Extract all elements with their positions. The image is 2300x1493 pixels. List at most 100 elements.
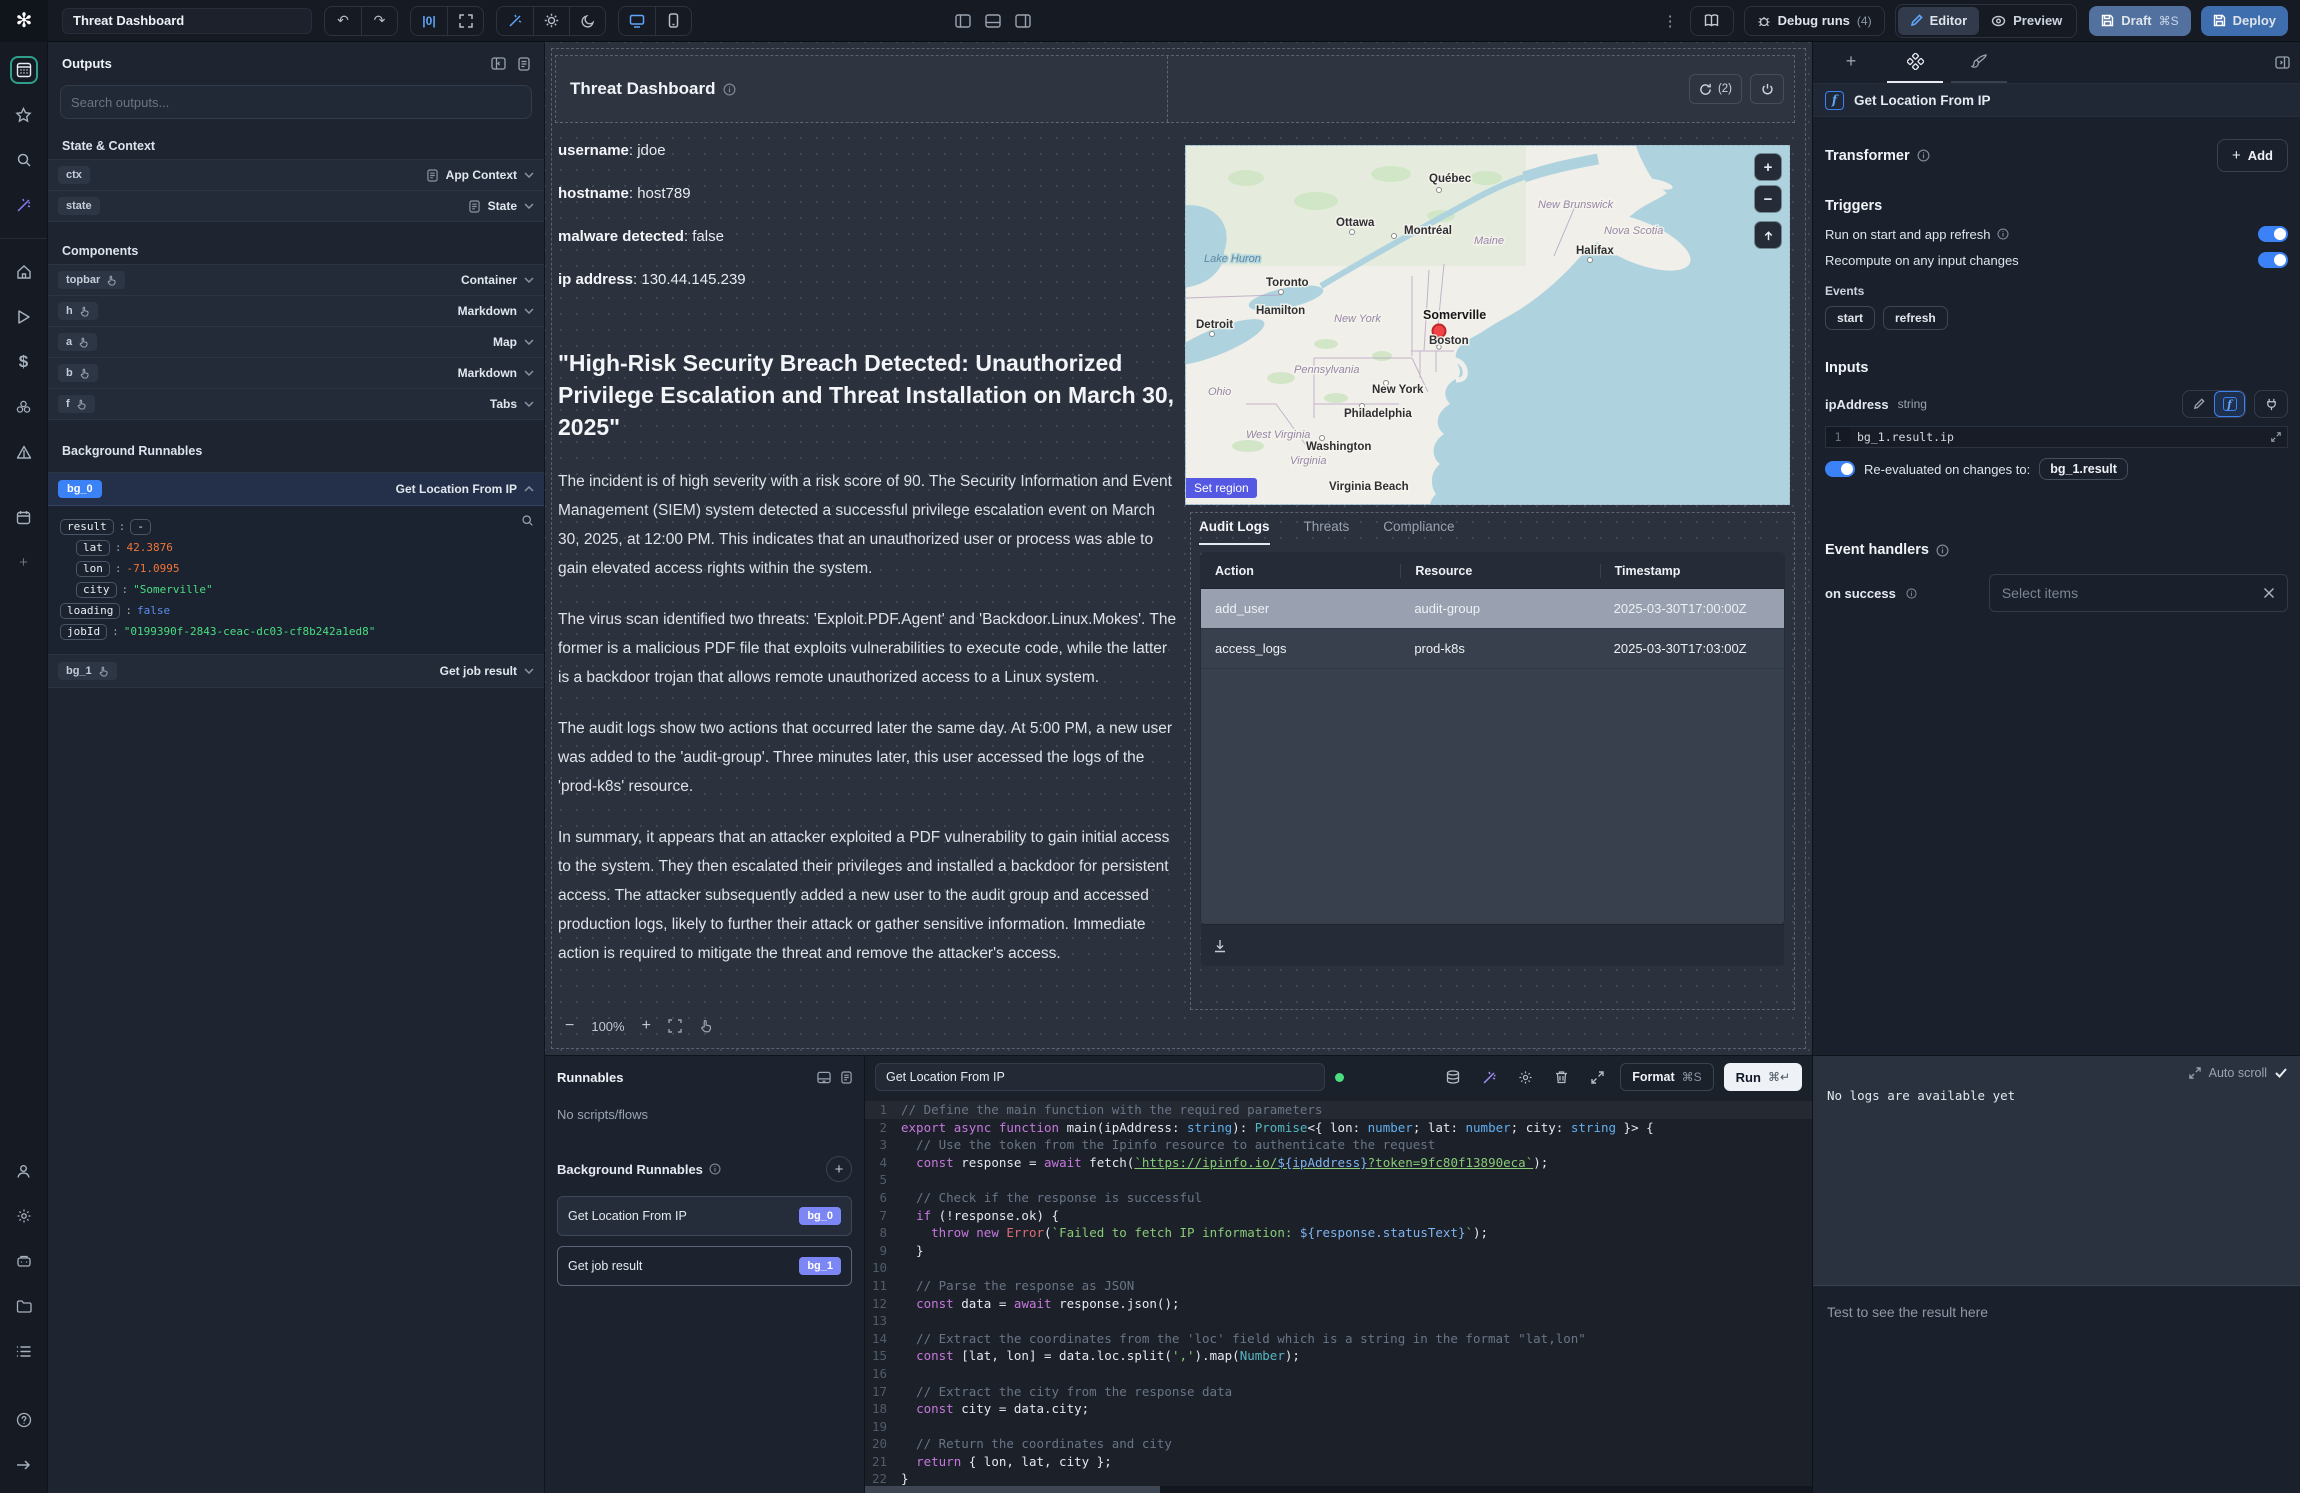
outputs-search[interactable] <box>60 85 532 119</box>
magic-theme-icon[interactable] <box>497 7 533 35</box>
json-key[interactable]: result <box>60 519 114 535</box>
delete-script-icon[interactable] <box>1548 1064 1574 1090</box>
settings-gear-icon[interactable] <box>10 1202 38 1230</box>
toggle-right-panel-icon[interactable] <box>1015 14 1031 28</box>
json-key[interactable]: lon <box>76 561 110 577</box>
background-runnable-item[interactable]: Get job resultbg_1 <box>557 1246 852 1286</box>
redo-button[interactable]: ↷ <box>361 7 397 35</box>
tabs-component[interactable]: Audit LogsThreatsCompliance ActionResour… <box>1190 512 1795 1010</box>
app-canvas[interactable]: Threat Dashboard (2) username: jdoehostn… <box>545 42 1812 1055</box>
schedules-icon[interactable] <box>10 438 38 466</box>
background-runnable-item[interactable]: Get Location From IPbg_0 <box>557 1196 852 1236</box>
cache-icon[interactable] <box>1440 1064 1466 1090</box>
toggle-left-panel-icon[interactable] <box>955 14 971 28</box>
runnable-title-input[interactable] <box>875 1063 1325 1091</box>
table-row[interactable]: add_useraudit-group2025-03-30T17:00:00Z <box>1201 589 1784 629</box>
zoom-out-icon[interactable]: − <box>565 1017 574 1035</box>
desktop-view-icon[interactable] <box>619 7 655 35</box>
map-component[interactable]: QuébecOttawaMontréalNew BrunswickNova Sc… <box>1185 145 1790 505</box>
map-zoom-out-button[interactable]: − <box>1755 186 1781 212</box>
style-tab[interactable] <box>1951 42 2007 83</box>
pan-hand-icon[interactable] <box>699 1019 713 1033</box>
preview-tab[interactable]: Preview <box>1979 7 2074 35</box>
help-icon[interactable] <box>10 1406 38 1434</box>
table-row[interactable]: access_logsprod-k8s2025-03-30T17:03:00Z <box>1201 629 1784 669</box>
docs-button[interactable] <box>1690 6 1734 36</box>
clear-select-icon[interactable] <box>2263 587 2275 599</box>
connect-plug-icon[interactable] <box>2254 390 2288 418</box>
expand-expression-icon[interactable] <box>2271 432 2281 442</box>
runs-icon[interactable] <box>10 303 38 331</box>
component-row-topbar[interactable]: topbarContainer <box>48 265 544 296</box>
mobile-view-icon[interactable] <box>655 7 691 35</box>
light-mode-icon[interactable] <box>533 7 569 35</box>
undo-button[interactable]: ↶ <box>325 7 361 35</box>
markdown-report-component[interactable]: "High-Risk Security Breach Detected: Una… <box>558 347 1180 990</box>
bg0-runnable-row[interactable]: bg_0 Get Location From IP <box>48 473 544 506</box>
component-row-f[interactable]: fTabs <box>48 389 544 420</box>
collapse-right-panel-icon[interactable] <box>2275 56 2290 69</box>
json-key[interactable]: jobId <box>60 624 107 640</box>
json-key[interactable]: city <box>76 582 117 598</box>
component-row-b[interactable]: bMarkdown <box>48 358 544 389</box>
folders-icon[interactable] <box>10 1292 38 1320</box>
expand-layout-button[interactable] <box>447 7 483 35</box>
settings-tab[interactable] <box>1887 42 1943 83</box>
tab-audit-logs[interactable]: Audit Logs <box>1199 519 1270 545</box>
state-row-ctx[interactable]: ctxApp Context <box>48 160 544 191</box>
home-icon[interactable] <box>10 258 38 286</box>
draft-button[interactable]: Draft⌘S <box>2089 6 2190 36</box>
debug-runs-button[interactable]: Debug runs(4) <box>1744 6 1885 36</box>
run-on-start-toggle[interactable] <box>2258 226 2288 242</box>
script-settings-icon[interactable] <box>1512 1064 1538 1090</box>
apps-icon[interactable] <box>10 56 38 84</box>
code-editor[interactable]: 1// Define the main function with the re… <box>865 1098 1812 1486</box>
expand-editor-icon[interactable] <box>1584 1064 1610 1090</box>
tab-compliance[interactable]: Compliance <box>1383 519 1454 545</box>
markdown-info-component[interactable]: username: jdoehostname: host789malware d… <box>558 142 1178 314</box>
resources-icon[interactable] <box>10 393 38 421</box>
reeval-target-chip[interactable]: bg_1.result <box>2039 458 2128 480</box>
json-key[interactable]: lat <box>76 540 110 556</box>
center-layout-button[interactable]: |0| <box>411 7 447 35</box>
collapse-bottom-icon[interactable] <box>817 1071 831 1084</box>
component-row-h[interactable]: hMarkdown <box>48 296 544 327</box>
editor-tab[interactable]: Editor <box>1898 7 1980 35</box>
collapse-toggle[interactable]: - <box>130 519 151 535</box>
json-search-icon[interactable] <box>521 514 534 527</box>
variables-icon[interactable]: $ <box>10 348 38 376</box>
windmill-logo[interactable]: ✻ <box>0 0 48 42</box>
editor-h-scrollbar[interactable] <box>865 1486 1812 1493</box>
ai-wand-icon[interactable] <box>10 191 38 219</box>
on-success-select[interactable]: Select items <box>1989 574 2288 612</box>
dark-mode-icon[interactable] <box>569 7 605 35</box>
topbar-container-component[interactable]: Threat Dashboard (2) <box>555 55 1795 123</box>
schedule-power-button[interactable] <box>1750 74 1784 104</box>
calendar-icon[interactable] <box>10 503 38 531</box>
map-zoom-in-button[interactable]: + <box>1755 154 1781 180</box>
run-button[interactable]: Run⌘↵ <box>1724 1063 1802 1091</box>
app-title-input[interactable] <box>62 8 312 34</box>
insert-tab[interactable]: + <box>1823 42 1879 83</box>
component-row-a[interactable]: aMap <box>48 327 544 358</box>
toggle-bottom-panel-icon[interactable] <box>985 14 1001 28</box>
state-row-state[interactable]: stateState <box>48 191 544 222</box>
favorites-icon[interactable] <box>10 101 38 129</box>
kebab-menu-icon[interactable]: ⋮ <box>1663 12 1678 30</box>
doc-bottom-icon[interactable] <box>841 1071 852 1084</box>
tab-threats[interactable]: Threats <box>1304 519 1350 545</box>
add-background-runnable-button[interactable]: + <box>826 1156 852 1182</box>
reeval-toggle[interactable] <box>1825 461 1855 477</box>
auto-scroll-check-icon[interactable] <box>2275 1068 2287 1078</box>
event-chip-refresh[interactable]: refresh <box>1883 306 1948 330</box>
eval-mode-function-icon[interactable]: f <box>2214 391 2245 417</box>
format-button[interactable]: Format⌘S <box>1620 1063 1713 1091</box>
static-mode-pencil-icon[interactable] <box>2183 391 2214 417</box>
input-expression-editor[interactable]: 1 bg_1.result.ip <box>1825 426 2288 448</box>
outputs-search-input[interactable] <box>71 95 521 110</box>
add-icon[interactable]: + <box>10 548 38 576</box>
event-chip-start[interactable]: start <box>1825 306 1875 330</box>
map-locate-button[interactable] <box>1755 222 1781 248</box>
workers-icon[interactable] <box>10 1247 38 1275</box>
collapse-panel-icon[interactable] <box>491 57 506 70</box>
